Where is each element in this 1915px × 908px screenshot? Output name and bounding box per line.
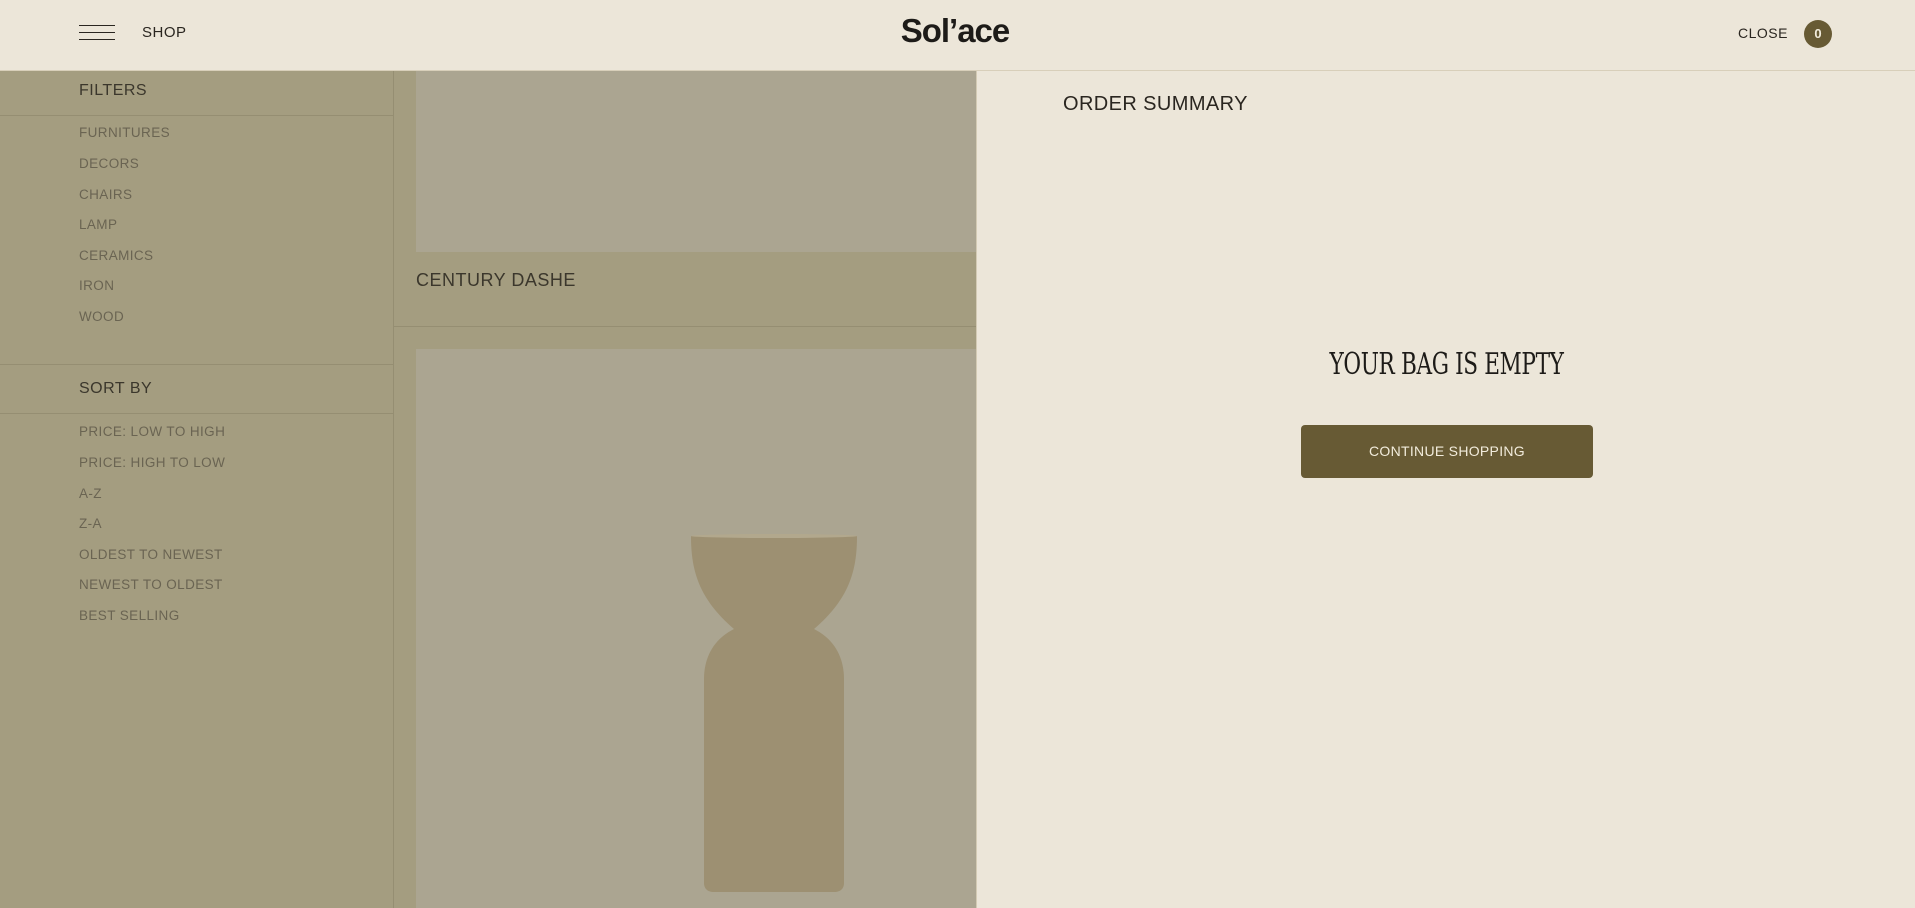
order-summary-title: ORDER SUMMARY (1063, 93, 1248, 115)
filter-ceramics[interactable]: CERAMICS (79, 248, 153, 263)
shop-page-overlay: FILTERS FURNITURES DECORS CHAIRS LAMP CE… (0, 71, 976, 908)
continue-shopping-button[interactable]: CONTINUE SHOPPING (1301, 425, 1593, 478)
sort-newest-oldest[interactable]: NEWEST TO OLDEST (79, 577, 223, 592)
shop-link[interactable]: SHOP (142, 24, 187, 41)
vase-image (691, 534, 857, 892)
filters-sidebar: FILTERS FURNITURES DECORS CHAIRS LAMP CE… (0, 71, 394, 908)
sort-price-high-low[interactable]: PRICE: HIGH TO LOW (79, 455, 225, 470)
hamburger-menu-icon[interactable] (79, 25, 115, 41)
sort-price-low-high[interactable]: PRICE: LOW TO HIGH (79, 424, 225, 439)
sort-by-heading: SORT BY (79, 380, 153, 397)
product-title[interactable]: CENTURY DASHE (416, 270, 576, 291)
sort-a-z[interactable]: A-Z (79, 486, 102, 501)
product-image-vase[interactable] (416, 349, 976, 908)
sort-z-a[interactable]: Z-A (79, 516, 102, 531)
product-grid: CENTURY DASHE (394, 71, 976, 908)
close-cart-button[interactable]: CLOSE (1738, 25, 1788, 41)
order-summary-panel: ORDER SUMMARY YOUR BAG IS EMPTY CONTINUE… (976, 71, 1915, 908)
bag-count-badge[interactable]: 0 (1804, 20, 1832, 48)
filter-furnitures[interactable]: FURNITURES (79, 125, 170, 140)
filter-wood[interactable]: WOOD (79, 309, 124, 324)
divider (394, 326, 976, 327)
sort-oldest-newest[interactable]: OLDEST TO NEWEST (79, 547, 223, 562)
divider (0, 115, 394, 116)
filter-chairs[interactable]: CHAIRS (79, 187, 132, 202)
site-logo[interactable]: Sol’ace (880, 12, 1030, 50)
sort-best-selling[interactable]: BEST SELLING (79, 608, 180, 623)
site-header: SHOP Sol’ace CLOSE 0 (0, 0, 1915, 71)
filter-lamp[interactable]: LAMP (79, 217, 117, 232)
empty-bag-message: YOUR BAG IS EMPTY (1329, 347, 1564, 382)
divider (0, 413, 394, 414)
filter-iron[interactable]: IRON (79, 278, 114, 293)
product-image[interactable] (416, 71, 976, 252)
divider (0, 364, 394, 365)
filters-heading: FILTERS (79, 82, 148, 99)
filter-decors[interactable]: DECORS (79, 156, 139, 171)
